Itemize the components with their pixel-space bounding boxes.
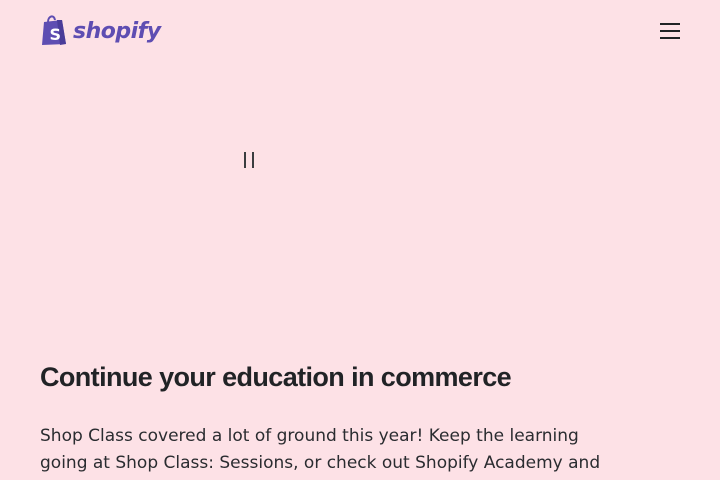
hamburger-menu-icon[interactable] — [656, 20, 684, 42]
menu-line — [660, 30, 680, 32]
section-body: Shop Class covered a lot of ground this … — [40, 426, 601, 473]
section-title: Continue your education in commerce — [40, 362, 512, 392]
pause-bar — [244, 152, 246, 168]
menu-line — [660, 37, 680, 39]
menu-line — [660, 23, 680, 25]
shopify-bag-icon: S — [42, 15, 66, 45]
svg-text:S: S — [50, 25, 62, 44]
site-header: S shopify — [0, 0, 720, 62]
shopify-logo-link[interactable]: S shopify — [40, 14, 161, 46]
logo-wordmark: shopify — [73, 18, 161, 44]
pause-bar — [252, 152, 254, 168]
pause-icon[interactable] — [238, 150, 262, 172]
